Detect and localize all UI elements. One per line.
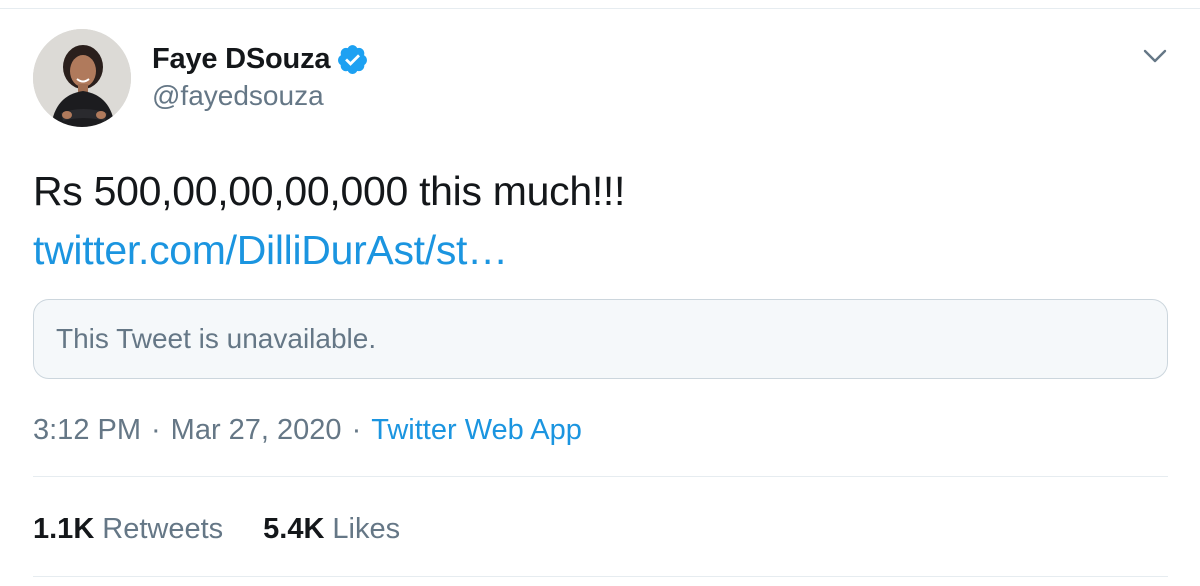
tweet-time[interactable]: 3:12 PM: [33, 410, 141, 450]
user-handle[interactable]: @fayedsouza: [152, 80, 324, 112]
verified-badge-icon: [336, 43, 369, 76]
likes-stat[interactable]: 5.4K Likes: [263, 509, 400, 549]
tweet-source-link[interactable]: Twitter Web App: [371, 410, 582, 450]
retweets-stat[interactable]: 1.1K Retweets: [33, 509, 223, 549]
likes-count: 5.4K: [263, 513, 325, 545]
chevron-down-icon[interactable]: [1140, 44, 1170, 68]
retweets-label: Retweets: [102, 513, 224, 545]
tweet-date[interactable]: Mar 27, 2020: [171, 410, 342, 450]
tweet-text: Rs 500,00,00,00,000 this much!!!: [33, 168, 626, 214]
tweet-card: Faye DSouza @fayedsouza Rs 500,00,00,00,…: [0, 0, 1200, 586]
likes-label: Likes: [332, 513, 401, 545]
display-name[interactable]: Faye DSouza: [152, 43, 331, 76]
meta-separator: ·: [351, 414, 362, 446]
meta-separator: ·: [151, 414, 161, 446]
avatar[interactable]: [33, 29, 131, 127]
stats-divider-bottom: [33, 576, 1168, 577]
avatar-image: [33, 29, 131, 127]
tweet-stats: 1.1K Retweets 5.4K Likes: [33, 509, 440, 549]
tweet-metadata: 3:12 PM · Mar 27, 2020 · Twitter Web App: [33, 410, 582, 450]
top-divider: [0, 8, 1200, 9]
quoted-tweet-card[interactable]: This Tweet is unavailable.: [33, 299, 1168, 379]
retweets-count: 1.1K: [33, 513, 95, 545]
quoted-tweet-unavailable-text: This Tweet is unavailable.: [56, 323, 377, 354]
stats-divider-top: [33, 476, 1168, 477]
tweet-link[interactable]: twitter.com/DilliDurAst/st…: [33, 222, 508, 278]
author-name-row[interactable]: Faye DSouza: [152, 40, 369, 78]
